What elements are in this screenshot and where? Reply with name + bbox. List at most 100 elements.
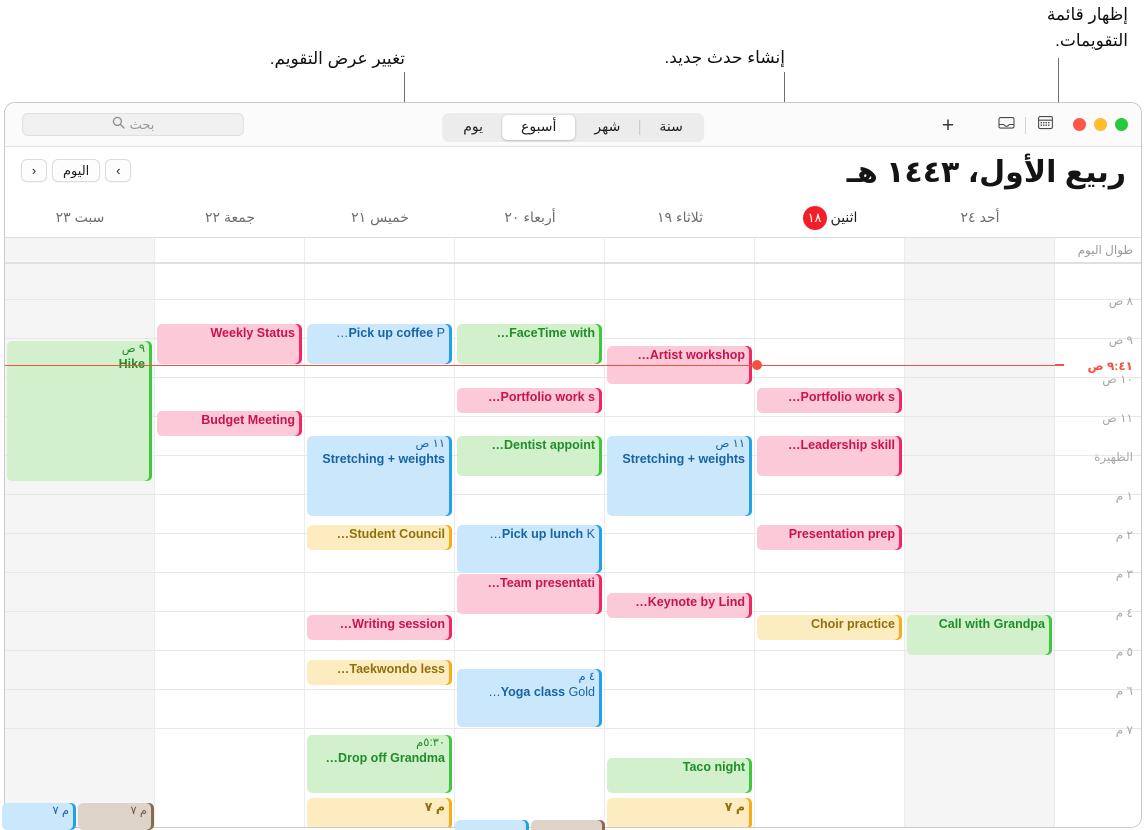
event-title: Portfolio work s… — [488, 390, 595, 404]
all-day-cell[interactable] — [455, 238, 605, 262]
today-button[interactable]: اليوم — [52, 159, 101, 182]
all-day-cell[interactable] — [905, 238, 1055, 262]
view-segmented-control[interactable]: يوم أسبوع شهر سنة — [442, 113, 704, 142]
event-title: Hike — [118, 356, 145, 371]
calendar-event[interactable]: Taekwondo less… — [307, 660, 452, 685]
now-time-label: ٩:٤١ ص — [1085, 359, 1133, 373]
calendar-event[interactable]: Pick up lunch K… — [457, 525, 602, 573]
calendar-event[interactable]: Budget Meeting — [157, 411, 302, 436]
tab-month[interactable]: شهر — [575, 115, 639, 140]
all-day-row: طوال اليوم — [5, 238, 1141, 264]
all-day-label: طوال اليوم — [1077, 243, 1133, 257]
day-name: سبت — [74, 209, 105, 225]
next-week-button[interactable]: ‹ — [21, 159, 47, 182]
maximize-button[interactable] — [1115, 118, 1128, 131]
calendar-event[interactable]: Choir practice — [757, 615, 902, 640]
window-traffic-lights — [1073, 118, 1128, 131]
calendar-event[interactable]: Portfolio work s… — [757, 388, 902, 413]
now-dot — [752, 360, 762, 370]
event-title: Dentist appoint… — [491, 438, 595, 452]
day-name: اثنين — [830, 209, 858, 225]
day-header-thursday[interactable]: خميس ٢١ — [305, 198, 455, 237]
day-num: ١٩ — [656, 209, 673, 225]
all-day-cell[interactable] — [155, 238, 305, 262]
event-title: Choir practice — [810, 617, 895, 631]
day-num: ٢٤ — [960, 209, 976, 225]
event-time: م ٧ — [52, 805, 69, 817]
day-num: ٢٣ — [55, 209, 71, 225]
week-grid: ٨ ص٩ ص ١٠ ص ١١ ص الظهيرة ١ م٢ م٣ م٤ م٥ م٦ م٧… — [5, 264, 1141, 827]
new-event-button[interactable]: + — [935, 114, 961, 136]
event-title: Student Council… — [336, 527, 445, 541]
calendar-event[interactable]: ١١ ص Stretching + weights — [607, 436, 752, 516]
callout-create-new-event: إنشاء حدث جديد. — [664, 48, 786, 67]
calendar-event[interactable]: ٩ ص Hike — [7, 341, 152, 481]
day-name: ثلاثاء — [676, 209, 704, 225]
minimize-button[interactable] — [1094, 118, 1107, 131]
all-day-cell[interactable] — [605, 238, 755, 262]
day-header-wednesday[interactable]: أربعاء ٢٠ — [455, 198, 605, 237]
day-header-tuesday[interactable]: ثلاثاء ١٩ — [605, 198, 755, 237]
calendar-event-partial[interactable] — [455, 820, 529, 830]
toolbar: + يوم أسبوع شهر سنة بحث — [5, 103, 1141, 147]
calendar-event[interactable]: Dentist appoint… — [457, 436, 602, 476]
event-title: FaceTime with… — [496, 326, 595, 340]
event-time: ٥:٣٠م — [416, 737, 445, 749]
close-button[interactable] — [1073, 118, 1086, 131]
calendar-event[interactable]: Writing session… — [307, 615, 452, 640]
calendar-event[interactable]: م ٧ — [607, 798, 752, 827]
today-badge: ١٨ — [802, 205, 827, 230]
day-num: ٢٠ — [504, 209, 520, 225]
tab-year[interactable]: سنة — [640, 115, 701, 140]
day-header-friday[interactable]: جمعة ٢٢ — [155, 198, 305, 237]
calendar-window: + يوم أسبوع شهر سنة بحث ربيع الأول، ١٤٤٣… — [4, 102, 1142, 828]
calendar-event[interactable]: Student Council… — [307, 525, 452, 550]
all-day-cell[interactable] — [5, 238, 155, 262]
calendar-event-partial[interactable]: م ٧ — [2, 803, 76, 830]
event-title: Yoga class — [500, 684, 566, 699]
search-placeholder: بحث — [129, 116, 155, 132]
calendar-event[interactable]: Taco night — [607, 758, 752, 793]
search-field[interactable]: بحث — [22, 113, 244, 136]
date-navigation[interactable]: › اليوم ‹ — [21, 159, 132, 182]
calendar-event[interactable]: Team presentati… — [457, 574, 602, 614]
calendar-event-partial[interactable] — [531, 820, 605, 830]
calendar-event[interactable]: ٤ م Yoga class Gold… — [457, 669, 602, 727]
calendar-event[interactable]: Call with Grandpa — [907, 615, 1052, 655]
day-header-gutter — [1055, 198, 1056, 237]
calendar-list-button[interactable] — [1029, 114, 1061, 136]
calendar-event[interactable]: ٥:٣٠م Drop off Grandma… — [307, 735, 452, 793]
day-header-monday-today[interactable]: اثنين ١٨ — [755, 198, 905, 237]
event-title: Pick up coffee — [348, 326, 434, 340]
tab-week[interactable]: أسبوع — [501, 115, 576, 140]
now-tick — [1055, 364, 1064, 366]
calendar-event[interactable]: م ٧ — [307, 798, 452, 827]
event-time: ٤ م — [578, 671, 595, 683]
day-header-saturday[interactable]: سبت ٢٣ — [5, 198, 155, 237]
event-title: Leadership skill… — [788, 438, 895, 452]
calendar-event[interactable]: Presentation prep — [757, 525, 902, 550]
event-title: Budget Meeting — [201, 413, 295, 427]
day-header-sunday[interactable]: أحد ٢٤ — [905, 198, 1055, 237]
time-gutter — [1055, 264, 1141, 827]
day-header-row: سبت ٢٣ جمعة ٢٢ خميس ٢١ أربعاء ٢٠ ثلاثاء ١٩ اث… — [5, 198, 1141, 238]
calendar-event[interactable]: Keynote by Lind… — [607, 593, 752, 618]
inbox-button[interactable] — [990, 114, 1022, 136]
calendar-event[interactable]: Weekly Status — [157, 324, 302, 364]
calendar-event[interactable]: ١١ ص Stretching + weights — [307, 436, 452, 516]
callout-leader-calendar-list — [1058, 58, 1059, 104]
calendar-event[interactable]: Pick up coffee P… — [307, 324, 452, 364]
prev-week-button[interactable]: › — [105, 159, 132, 182]
day-name: أحد — [979, 209, 1000, 225]
calendar-event[interactable]: FaceTime with… — [457, 324, 602, 364]
calendar-event[interactable]: Portfolio work s… — [457, 388, 602, 413]
all-day-cell[interactable] — [755, 238, 905, 262]
calendar-event[interactable]: Leadership skill… — [757, 436, 902, 476]
calendar-event-partial[interactable]: م ٧ — [78, 803, 154, 830]
tab-day[interactable]: يوم — [444, 115, 502, 140]
event-title: Taekwondo less… — [336, 662, 445, 676]
event-title: Presentation prep — [788, 527, 895, 541]
day-name: جمعة — [224, 209, 256, 225]
day-column-sunday[interactable] — [905, 264, 1055, 827]
all-day-cell[interactable] — [305, 238, 455, 262]
